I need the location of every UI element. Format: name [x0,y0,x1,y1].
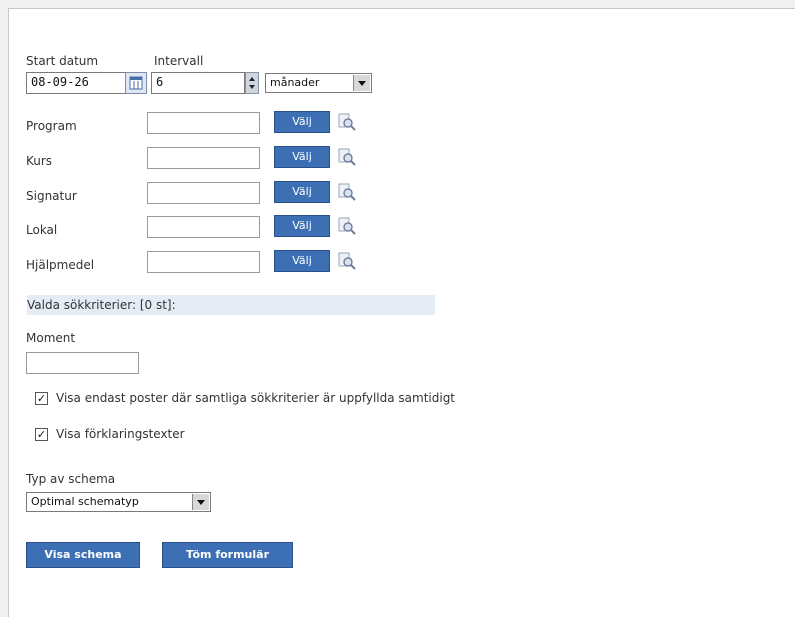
explain-texts-checkbox[interactable]: ✓ [35,428,48,441]
hjalpmedel-label: Hjälpmedel [26,258,95,272]
kurs-input[interactable] [147,147,260,169]
search-icon[interactable] [338,217,356,235]
start-date-label: Start datum [26,54,99,68]
program-select-button[interactable]: Välj [274,111,330,133]
all-criteria-label: Visa endast poster där samtliga sökkrite… [56,391,456,405]
program-input[interactable] [147,112,260,134]
lokal-label: Lokal [26,223,58,237]
selected-criteria-bar: Valda sökkriterier: [0 st]: [27,295,435,315]
search-icon[interactable] [338,113,356,131]
interval-stepper[interactable] [245,72,259,94]
signatur-label: Signatur [26,189,77,203]
all-criteria-checkbox[interactable]: ✓ [35,392,48,405]
show-schedule-button[interactable]: Visa schema [26,542,140,568]
program-label: Program [26,119,77,133]
moment-input[interactable] [26,352,139,374]
lokal-select-button[interactable]: Välj [274,215,330,237]
clear-form-button[interactable]: Töm formulär [162,542,293,568]
explain-texts-label: Visa förklaringstexter [56,427,185,441]
kurs-select-button[interactable]: Välj [274,146,330,168]
signatur-input[interactable] [147,182,260,204]
start-date-input[interactable]: 08-09-26 [26,72,129,94]
schedule-search-panel: Start datum 08-09-26 Intervall 6 månader… [8,8,795,617]
schema-type-label: Typ av schema [26,472,116,486]
search-icon[interactable] [338,148,356,166]
selected-criteria-text: Valda sökkriterier: [0 st]: [27,298,176,312]
calendar-icon[interactable] [125,72,147,94]
signatur-select-button[interactable]: Välj [274,181,330,203]
schema-type-select[interactable]: Optimal schematyp [26,492,211,512]
moment-label: Moment [26,331,76,345]
lokal-input[interactable] [147,216,260,238]
hjalpmedel-input[interactable] [147,251,260,273]
chevron-down-icon [192,494,209,510]
chevron-down-icon [353,75,370,91]
interval-input[interactable]: 6 [151,72,245,94]
interval-label: Intervall [154,54,204,68]
interval-unit-value: månader [270,76,320,89]
kurs-label: Kurs [26,154,53,168]
schema-type-value: Optimal schematyp [31,495,139,508]
search-icon[interactable] [338,252,356,270]
hjalpmedel-select-button[interactable]: Välj [274,250,330,272]
interval-unit-select[interactable]: månader [265,73,372,93]
search-icon[interactable] [338,183,356,201]
